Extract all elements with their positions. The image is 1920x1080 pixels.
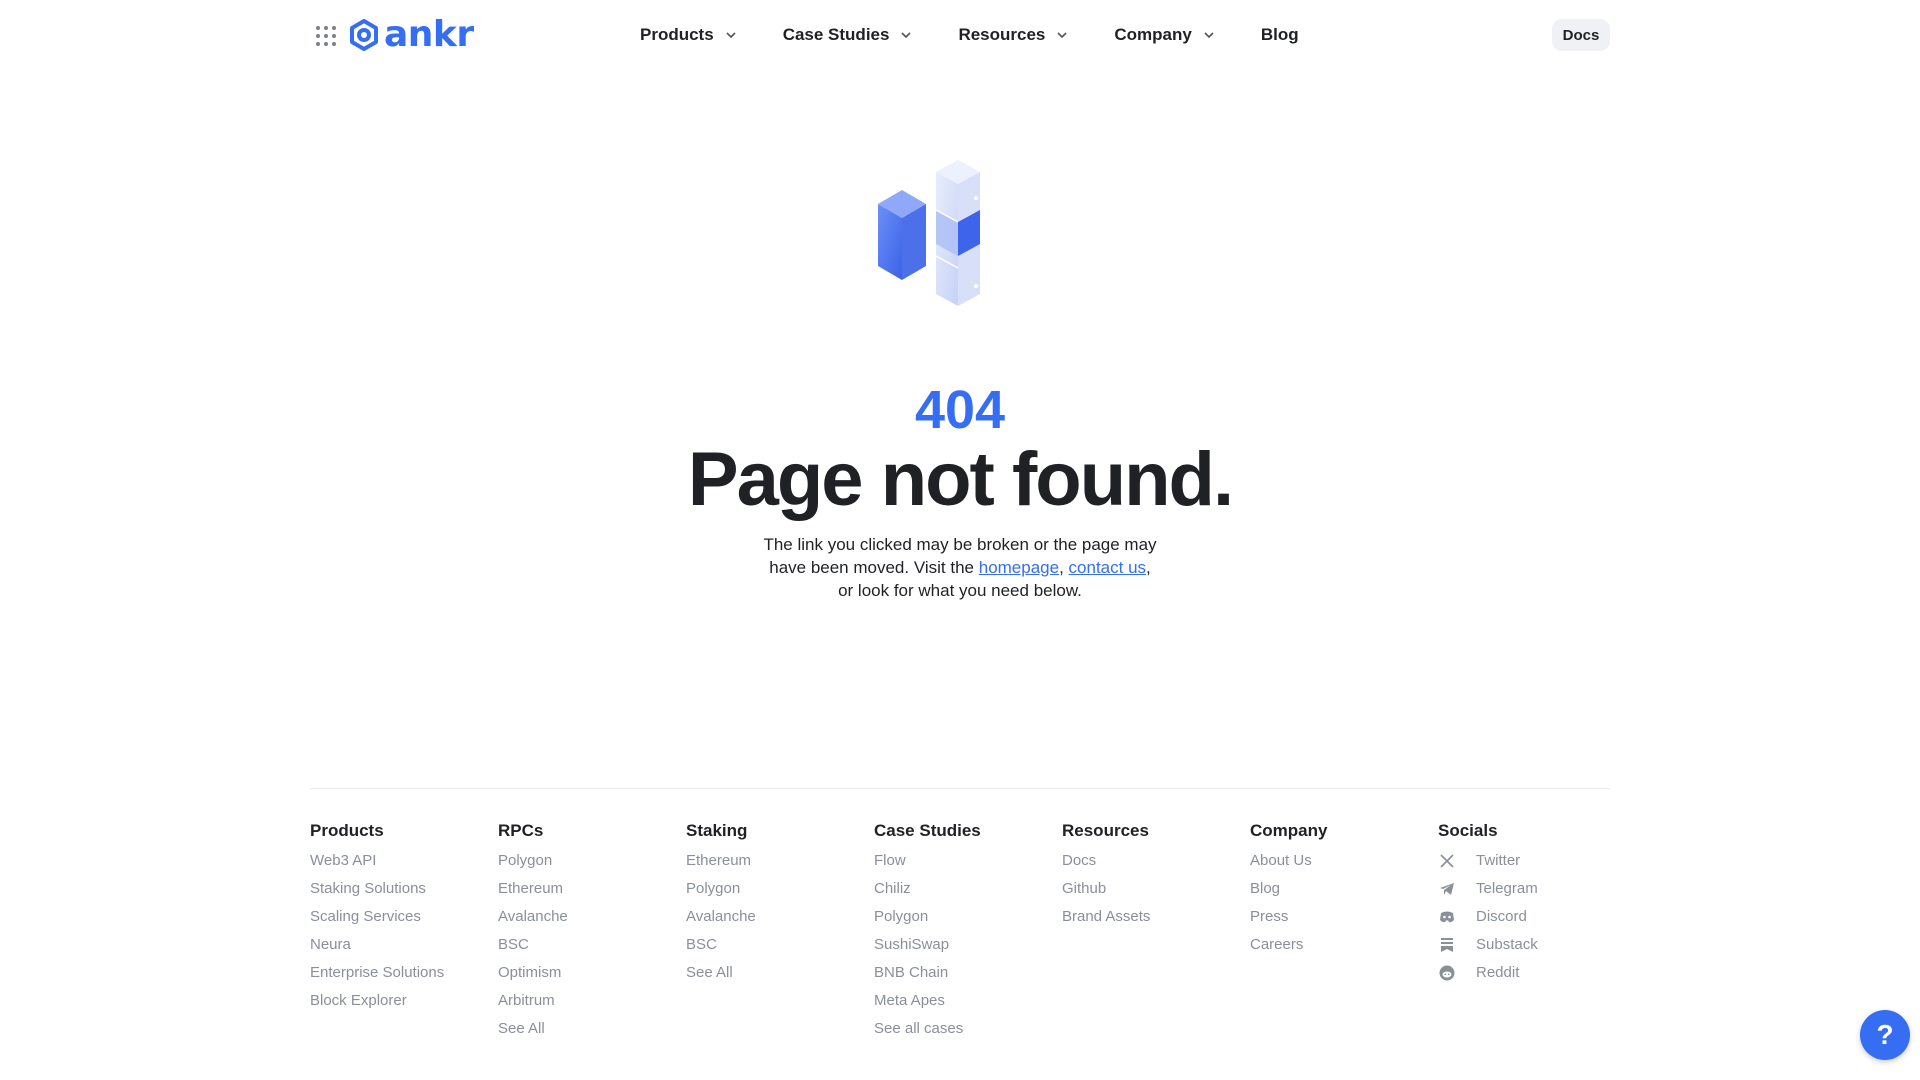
- desc-line-2-prefix: have been moved. Visit the: [769, 558, 979, 577]
- 404-cubes-illustration: [878, 160, 980, 306]
- logo-text: ankr: [384, 14, 474, 55]
- footer-link[interactable]: Polygon: [498, 852, 568, 870]
- footer-link[interactable]: See all cases: [874, 1020, 981, 1038]
- apps-grid-icon[interactable]: [316, 26, 336, 46]
- site-header: ankr Products Case Studies Resources Com…: [0, 0, 1920, 70]
- footer-link[interactable]: Avalanche: [498, 908, 568, 926]
- footer-link[interactable]: Polygon: [874, 908, 981, 926]
- nav-resources-label: Resources: [958, 25, 1046, 44]
- footer-link[interactable]: About Us: [1250, 852, 1327, 870]
- social-discord[interactable]: Discord: [1438, 908, 1538, 926]
- nav-company[interactable]: Company: [1114, 25, 1214, 45]
- help-button[interactable]: ?: [1860, 1010, 1910, 1060]
- footer-link[interactable]: Polygon: [686, 880, 756, 898]
- footer-column-title: RPCs: [498, 821, 544, 840]
- footer-column-title: Resources: [1062, 821, 1149, 840]
- social-telegram[interactable]: Telegram: [1438, 880, 1538, 898]
- social-reddit[interactable]: Reddit: [1438, 964, 1538, 982]
- footer-link[interactable]: BSC: [686, 936, 756, 954]
- footer-link[interactable]: Brand Assets: [1062, 908, 1150, 926]
- footer-link[interactable]: Careers: [1250, 936, 1327, 954]
- footer-link[interactable]: Ethereum: [498, 880, 568, 898]
- footer-link[interactable]: Blog: [1250, 880, 1327, 898]
- footer-link[interactable]: Flow: [874, 852, 981, 870]
- footer-column-resources: Resources Docs Github Brand Assets: [1062, 820, 1150, 936]
- docs-button[interactable]: Docs: [1552, 19, 1610, 51]
- x-icon: [1438, 852, 1456, 870]
- nav-resources[interactable]: Resources: [958, 25, 1067, 45]
- main-nav: Products Case Studies Resources Company …: [640, 22, 1299, 48]
- footer-link[interactable]: BNB Chain: [874, 964, 981, 982]
- discord-icon: [1438, 908, 1456, 926]
- footer-column-title: Company: [1250, 821, 1328, 840]
- nav-case-studies[interactable]: Case Studies: [783, 25, 912, 45]
- social-label: Discord: [1476, 908, 1527, 925]
- footer-link[interactable]: Press: [1250, 908, 1327, 926]
- telegram-icon: [1438, 880, 1456, 898]
- footer-column-rpcs: RPCs Polygon Ethereum Avalanche BSC Opti…: [498, 820, 568, 1048]
- homepage-link[interactable]: homepage: [979, 558, 1059, 577]
- footer-link[interactable]: Staking Solutions: [310, 880, 444, 898]
- footer-link[interactable]: See All: [686, 964, 756, 982]
- nav-products[interactable]: Products: [640, 25, 736, 45]
- chevron-down-icon: [901, 32, 912, 39]
- footer-link[interactable]: BSC: [498, 936, 568, 954]
- desc-line-1: The link you clicked may be broken or th…: [763, 535, 1157, 554]
- social-twitter[interactable]: Twitter: [1438, 852, 1538, 870]
- desc-comma: ,: [1059, 558, 1069, 577]
- social-label: Twitter: [1476, 852, 1521, 869]
- nav-case-studies-label: Case Studies: [782, 25, 890, 44]
- footer-link[interactable]: Scaling Services: [310, 908, 444, 926]
- reddit-icon: [1438, 964, 1456, 982]
- ankr-logo[interactable]: ankr: [348, 14, 474, 55]
- footer-link[interactable]: Web3 API: [310, 852, 444, 870]
- footer-column-title: Case Studies: [874, 821, 981, 840]
- footer-link[interactable]: Avalanche: [686, 908, 756, 926]
- footer-column-company: Company About Us Blog Press Careers: [1250, 820, 1327, 964]
- footer-link[interactable]: SushiSwap: [874, 936, 981, 954]
- chevron-down-icon: [1204, 32, 1214, 39]
- footer-column-products: Products Web3 API Staking Solutions Scal…: [310, 820, 444, 1020]
- social-label: Telegram: [1476, 880, 1538, 897]
- footer-divider: [310, 788, 1610, 789]
- substack-icon: [1438, 936, 1456, 954]
- footer-link[interactable]: Docs: [1062, 852, 1150, 870]
- footer-link[interactable]: Neura: [310, 936, 444, 954]
- chevron-down-icon: [726, 32, 736, 39]
- chevron-down-icon: [1057, 32, 1067, 39]
- error-code: 404: [914, 380, 1006, 440]
- nav-products-label: Products: [640, 25, 714, 44]
- social-substack[interactable]: Substack: [1438, 936, 1538, 954]
- footer-link[interactable]: Ethereum: [686, 852, 756, 870]
- footer-column-title: Products: [310, 821, 384, 840]
- ankr-logo-icon: [350, 19, 378, 51]
- page-title: Page not found.: [687, 437, 1234, 522]
- footer-link[interactable]: See All: [498, 1020, 568, 1038]
- contact-us-link[interactable]: contact us: [1069, 558, 1147, 577]
- desc-line-3: or look for what you need below.: [838, 581, 1082, 600]
- nav-company-label: Company: [1114, 25, 1192, 44]
- footer-link[interactable]: Github: [1062, 880, 1150, 898]
- footer-link[interactable]: Enterprise Solutions: [310, 964, 444, 982]
- footer-column-case-studies: Case Studies Flow Chiliz Polygon SushiSw…: [874, 820, 981, 1048]
- error-description: The link you clicked may be broken or th…: [760, 533, 1160, 602]
- footer-link[interactable]: Arbitrum: [498, 992, 568, 1010]
- footer-link[interactable]: Meta Apes: [874, 992, 981, 1010]
- footer-column-staking: Staking Ethereum Polygon Avalanche BSC S…: [686, 820, 756, 992]
- footer-link[interactable]: Chiliz: [874, 880, 981, 898]
- footer-column-title: Staking: [686, 821, 748, 840]
- social-label: Substack: [1476, 936, 1538, 953]
- nav-blog-label: Blog: [1260, 25, 1299, 44]
- footer-column-title: Socials: [1438, 821, 1498, 840]
- desc-line-2-suffix: ,: [1146, 558, 1151, 577]
- footer-link[interactable]: Optimism: [498, 964, 568, 982]
- nav-blog[interactable]: Blog: [1261, 25, 1299, 45]
- footer-link[interactable]: Block Explorer: [310, 992, 444, 1010]
- footer-column-socials: Socials Twitter Telegram Discord Substac…: [1438, 820, 1538, 992]
- social-label: Reddit: [1476, 964, 1520, 981]
